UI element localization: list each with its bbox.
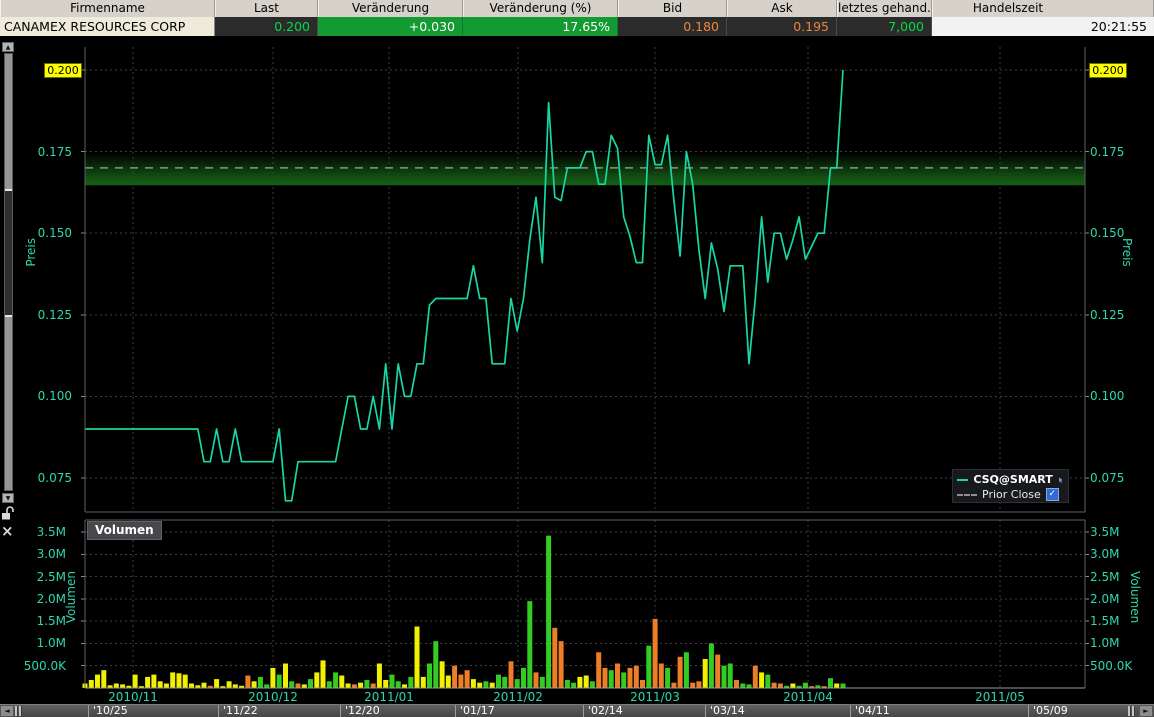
volume-axis-title-left: Volumen: [64, 571, 78, 624]
column-header-last[interactable]: Last: [215, 0, 318, 17]
volume-tick-label: 3.0M: [1090, 547, 1120, 561]
x-axis-month-label: 2011/05: [975, 690, 1025, 704]
scrollbar-grip[interactable]: [1132, 706, 1135, 716]
close-chart-icon[interactable]: ×: [1, 524, 17, 540]
volume-tick-label: 1.0M: [36, 636, 66, 650]
column-header-veraenderung[interactable]: Veränderung: [318, 0, 463, 17]
price-tick-label: 0.150: [37, 226, 72, 240]
quote-monitor: Firmenname Last Veränderung Veränderung …: [0, 0, 1154, 36]
volume-tick-label: 500.0K: [1090, 659, 1133, 673]
x-axis-month-label: 2011/01: [364, 690, 414, 704]
prior-close-checkbox[interactable]: ✓: [1045, 488, 1059, 501]
x-axis-month-label: 2010/11: [108, 690, 158, 704]
price-axis-title-right: Preis: [1120, 238, 1134, 267]
quote-value-row[interactable]: CANAMEX RESOURCES CORP 0.200 +0.030 17.6…: [0, 17, 1154, 36]
x-axis-month-label: 2011/02: [493, 690, 543, 704]
volume-tick-label: 2.5M: [1090, 570, 1120, 584]
volume-tick-label: 3.5M: [36, 525, 66, 539]
change-percent-cell: 17.65%: [463, 17, 618, 36]
price-tick-label: 0.125: [1090, 308, 1125, 322]
scrollbar-date-label: '03/14: [705, 705, 745, 717]
zoom-slider-track[interactable]: [4, 53, 13, 491]
legend-series-row[interactable]: CSQ@SMART: [957, 472, 1064, 487]
price-tick-label: 0.175: [37, 145, 72, 159]
price-axis-title-left: Preis: [24, 238, 38, 267]
scrollbar-date-label: '11/22: [218, 705, 258, 717]
price-tick-label: 0.075: [1090, 471, 1125, 485]
left-arrow-icon: ◄: [4, 707, 10, 715]
time-scrollbar[interactable]: ◄ ► '10/25 '11/22 '12/20 '01/17 '02/14 '03/14…: [0, 704, 1154, 717]
zoom-slider-down-button[interactable]: ▼: [2, 493, 14, 503]
last-traded-size-cell: 7,000: [837, 17, 932, 36]
column-header-letztes-gehandelt[interactable]: letztes gehand...: [837, 0, 932, 17]
bid-cell[interactable]: 0.180: [618, 17, 727, 36]
volume-tick-label: 3.5M: [1090, 525, 1120, 539]
chart-panel: 0.200 0.200 Preis Preis Volumen Volumen …: [0, 36, 1154, 717]
change-cell: +0.030: [318, 17, 463, 36]
column-header-veraenderung-pct[interactable]: Veränderung (%): [463, 0, 618, 17]
scrollbar-date-label: '04/11: [850, 705, 890, 717]
scrollbar-grip[interactable]: [19, 706, 22, 716]
column-header-bid[interactable]: Bid: [618, 0, 727, 17]
price-tick-label: 0.100: [1090, 389, 1125, 403]
unlock-icon[interactable]: [1, 506, 17, 522]
volume-panel-title[interactable]: Volumen: [87, 521, 162, 540]
volume-tick-label: 500.0K: [23, 659, 66, 673]
legend-series-label: CSQ@SMART: [973, 473, 1053, 486]
price-tick-label: 0.125: [37, 308, 72, 322]
quote-header-row: Firmenname Last Veränderung Veränderung …: [0, 0, 1154, 17]
column-header-handelszeit[interactable]: Handelszeit: [932, 0, 1154, 17]
volume-tick-label: 2.0M: [36, 592, 66, 606]
scrollbar-grip[interactable]: [1128, 706, 1131, 716]
legend-prior-close-row[interactable]: Prior Close ✓: [957, 487, 1064, 502]
last-price-cell: 0.200: [215, 17, 318, 36]
chart-zoom-strip: ▲ ▼ ×: [1, 42, 16, 542]
column-header-firmenname[interactable]: Firmenname: [0, 0, 215, 17]
company-name-cell[interactable]: CANAMEX RESOURCES CORP: [0, 17, 215, 36]
column-header-ask[interactable]: Ask: [727, 0, 837, 17]
trading-app-window: Firmenname Last Veränderung Veränderung …: [0, 0, 1154, 717]
right-arrow-icon: ►: [1143, 707, 1149, 715]
scrollbar-date-label: '12/20: [340, 705, 380, 717]
scrollbar-date-label: '01/17: [455, 705, 495, 717]
volume-tick-label: 1.5M: [36, 614, 66, 628]
volume-tick-label: 2.0M: [1090, 592, 1120, 606]
x-axis-month-label: 2011/03: [630, 690, 680, 704]
volume-tick-label: 3.0M: [36, 547, 66, 561]
volume-tick-label: 2.5M: [36, 570, 66, 584]
hand-cursor-icon: [1058, 476, 1063, 483]
scroll-right-button[interactable]: ►: [1139, 705, 1153, 717]
price-tick-label: 0.175: [1090, 145, 1125, 159]
volume-tick-label: 1.5M: [1090, 614, 1120, 628]
chart-canvas[interactable]: [0, 36, 1154, 717]
price-tick-label: 0.075: [37, 471, 72, 485]
trade-time-cell: 20:21:55: [932, 17, 1154, 36]
price-tick-label: 0.100: [37, 389, 72, 403]
series-line-swatch: [957, 478, 969, 481]
legend-prior-close-label: Prior Close: [982, 488, 1041, 501]
price-tick-label: 0.150: [1090, 226, 1125, 240]
x-axis-month-label: 2011/04: [783, 690, 833, 704]
scroll-left-button[interactable]: ◄: [0, 705, 14, 717]
zoom-slider-up-button[interactable]: ▲: [2, 42, 14, 52]
zoom-slider-thumb[interactable]: [5, 189, 12, 317]
last-price-tag-left: 0.200: [44, 63, 82, 78]
ask-cell[interactable]: 0.195: [727, 17, 837, 36]
prior-close-swatch: [957, 493, 977, 496]
scrollbar-date-label: '10/25: [88, 705, 128, 717]
x-axis-month-label: 2010/12: [248, 690, 298, 704]
volume-tick-label: 1.0M: [1090, 636, 1120, 650]
up-arrow-icon: ▲: [5, 44, 11, 51]
chart-legend[interactable]: CSQ@SMART Prior Close ✓: [952, 469, 1069, 503]
scrollbar-grip[interactable]: [15, 706, 18, 716]
down-arrow-icon: ▼: [5, 495, 11, 502]
scrollbar-date-label: '05/09: [1028, 705, 1068, 717]
scrollbar-date-label: '02/14: [583, 705, 623, 717]
last-price-tag-right: 0.200: [1089, 63, 1127, 78]
